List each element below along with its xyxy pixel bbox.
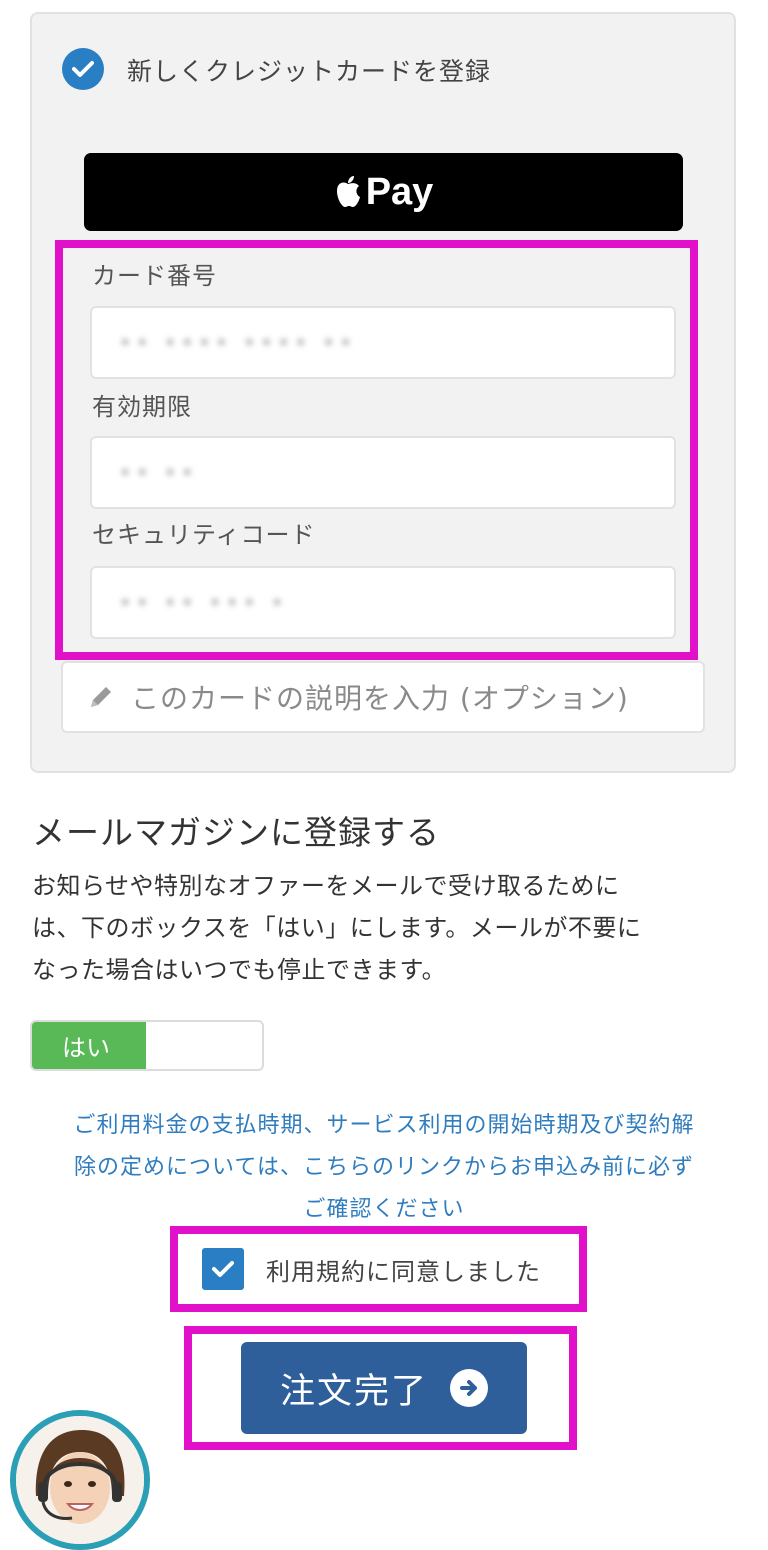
security-code-value: •• •• ••• •	[118, 588, 288, 617]
arrow-right-icon	[450, 1369, 488, 1407]
security-code-input[interactable]: •• •• ••• •	[90, 566, 676, 639]
terms-notice-line-3: ご確認ください	[303, 1197, 465, 1222]
newsletter-toggle-on: はい	[32, 1022, 146, 1069]
agree-checkbox[interactable]	[202, 1248, 244, 1290]
order-complete-label: 注文完了	[279, 1371, 428, 1412]
new-card-label: 新しくクレジットカードを登録	[127, 57, 492, 86]
new-card-checkbox[interactable]	[62, 48, 104, 90]
agree-label: 利用規約に同意しました	[266, 1258, 541, 1286]
checkmark-icon	[212, 1261, 234, 1277]
newsletter-title: メールマガジンに登録する	[32, 813, 440, 852]
apple-pay-label: Pay	[365, 170, 434, 213]
newsletter-description: お知らせや特別なオファーをメールで受け取るために は、下のボックスを「はい」にし…	[32, 865, 732, 991]
newsletter-line-2: は、下のボックスを「はい」にします。メールが不要に	[32, 914, 642, 942]
terms-notice-link[interactable]: ご利用料金の支払時期、サービス利用の開始時期及び契約解 除の定めについては、こち…	[30, 1105, 738, 1231]
newsletter-toggle[interactable]: はい	[30, 1020, 264, 1071]
card-number-label: カード番号	[92, 262, 217, 290]
terms-notice-line-1: ご利用料金の支払時期、サービス利用の開始時期及び契約解	[73, 1113, 695, 1138]
support-agent-icon	[16, 1416, 144, 1544]
apple-pay-button[interactable]: Pay	[84, 153, 683, 231]
expiry-label: 有効期限	[92, 393, 192, 421]
expiry-input[interactable]: •• ••	[90, 436, 676, 509]
card-number-value: •• •••• •••• ••	[118, 328, 356, 357]
checkmark-icon	[72, 61, 94, 77]
pencil-icon	[91, 687, 111, 707]
order-complete-button[interactable]: 注文完了	[241, 1342, 527, 1434]
card-description-input[interactable]: このカードの説明を入力 (オプション)	[61, 661, 705, 733]
newsletter-line-3: なった場合はいつでも停止できます。	[32, 956, 447, 984]
expiry-value: •• ••	[118, 458, 198, 487]
terms-notice-line-2: 除の定めについては、こちらのリンクからお申込み前に必ず	[74, 1155, 694, 1180]
card-description-placeholder: このカードの説明を入力 (オプション)	[131, 682, 629, 715]
newsletter-line-1: お知らせや特別なオファーをメールで受け取るために	[32, 872, 620, 900]
support-avatar[interactable]	[10, 1410, 150, 1550]
security-code-label: セキュリティコード	[92, 521, 316, 549]
card-number-input[interactable]: •• •••• •••• ••	[90, 306, 676, 379]
apple-logo-icon	[336, 176, 360, 207]
